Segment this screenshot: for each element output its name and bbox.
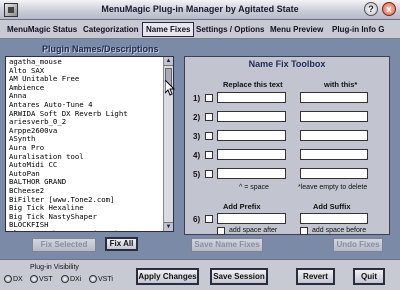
row-2-label: 2) bbox=[193, 113, 201, 122]
prefix-input[interactable] bbox=[217, 213, 286, 224]
visibility-dxi-label: DXi bbox=[70, 275, 82, 283]
row-4-label: 4) bbox=[193, 151, 201, 160]
row-5-checkbox[interactable] bbox=[205, 170, 213, 178]
row-6-checkbox[interactable] bbox=[205, 215, 213, 223]
tab-menu-preview[interactable]: Menu Preview bbox=[270, 23, 323, 37]
tab-name-fixes[interactable]: Name Fixes bbox=[142, 22, 195, 37]
fix-selected-button[interactable]: Fix Selected bbox=[32, 238, 96, 252]
save-name-fixes-button[interactable]: Save Name Fixes bbox=[191, 238, 263, 252]
tab-plugin-info[interactable]: Plug-in Info G bbox=[332, 23, 384, 37]
plugin-list-item[interactable]: Blue Cat Chorus VST(Mono) bbox=[9, 229, 170, 231]
row-2-with-input[interactable] bbox=[300, 111, 368, 122]
with-header: with this* bbox=[324, 80, 358, 89]
row-3-label: 3) bbox=[193, 132, 201, 141]
row-1-checkbox[interactable] bbox=[205, 94, 213, 102]
row-1-with-input[interactable] bbox=[300, 92, 368, 103]
plugin-visibility-label: Plug-in Visibility bbox=[30, 264, 79, 271]
close-icon[interactable]: x bbox=[382, 2, 396, 16]
empty-note: *leave empty to delete bbox=[298, 184, 368, 191]
plugin-items: agatha_mouse Alto SAX AM Unitable Free Ambi… bbox=[6, 57, 173, 231]
row-4-with-input[interactable] bbox=[300, 149, 368, 160]
row-1-label: 1) bbox=[193, 94, 201, 103]
undo-fixes-button[interactable]: Undo Fixes bbox=[333, 238, 383, 252]
scroll-down-icon[interactable]: ▼ bbox=[164, 222, 173, 231]
toolbox-title: Name Fix Toolbox bbox=[248, 59, 326, 69]
row-2-checkbox[interactable] bbox=[205, 113, 213, 121]
replace-header: Replace this text bbox=[223, 80, 283, 89]
apply-changes-button[interactable]: Apply Changes bbox=[136, 268, 199, 285]
row-3-with-input[interactable] bbox=[300, 130, 368, 141]
revert-button[interactable]: Revert bbox=[296, 268, 335, 285]
row-6-label: 6) bbox=[193, 215, 201, 224]
visibility-dxi-radio[interactable]: DXi bbox=[61, 275, 81, 283]
row-5-with-input[interactable] bbox=[300, 168, 368, 179]
visibility-vst-label: VST bbox=[39, 275, 53, 283]
tab-menumagic-status[interactable]: MenuMagic Status bbox=[7, 23, 77, 37]
row-1-replace-input[interactable] bbox=[217, 92, 286, 103]
add-suffix-label: Add Suffix bbox=[313, 202, 351, 211]
row-3-replace-input[interactable] bbox=[217, 130, 286, 141]
tab-bar: MenuMagic Status Categorization Name Fix… bbox=[0, 20, 400, 39]
bottom-bar: Plug-in Visibility DX VST DXi VSTi Apply… bbox=[0, 259, 400, 290]
visibility-vsti-radio[interactable]: VSTi bbox=[89, 275, 113, 283]
fix-all-button[interactable]: Fix All bbox=[105, 237, 138, 251]
radio-icon bbox=[30, 275, 38, 283]
space-before-label: add space before bbox=[312, 227, 367, 234]
row-2-replace-input[interactable] bbox=[217, 111, 286, 122]
visibility-dx-radio[interactable]: DX bbox=[4, 275, 23, 283]
space-before-checkbox[interactable] bbox=[300, 227, 308, 235]
radio-icon bbox=[89, 275, 97, 283]
space-after-checkbox[interactable] bbox=[217, 227, 225, 235]
plugin-list-item[interactable]: Ambience bbox=[9, 83, 170, 93]
window-title: MenuMagic Plug-in Manager by Agitated St… bbox=[101, 4, 299, 14]
add-prefix-label: Add Prefix bbox=[223, 202, 261, 211]
row-3-checkbox[interactable] bbox=[205, 132, 213, 140]
radio-icon bbox=[61, 275, 69, 283]
plugin-list[interactable]: agatha_mouse Alto SAX AM Unitable Free Ambi… bbox=[5, 56, 174, 232]
visibility-vsti-label: VSTi bbox=[98, 275, 113, 283]
space-after-label: add space after bbox=[229, 227, 278, 234]
tab-settings-options[interactable]: Settings / Options bbox=[196, 23, 264, 37]
save-session-button[interactable]: Save Session bbox=[210, 268, 268, 285]
help-icon[interactable]: ? bbox=[364, 2, 378, 16]
row-5-label: 5) bbox=[193, 170, 201, 179]
row-5-replace-input[interactable] bbox=[217, 168, 286, 179]
tab-categorization[interactable]: Categorization bbox=[83, 23, 139, 37]
suffix-input[interactable] bbox=[300, 213, 368, 224]
space-note: ^ = space bbox=[239, 184, 269, 191]
row-4-checkbox[interactable] bbox=[205, 151, 213, 159]
plugin-list-title: Plugin Names/Descriptions bbox=[42, 44, 159, 54]
title-bar: MenuMagic Plug-in Manager by Agitated St… bbox=[0, 0, 400, 20]
visibility-dx-label: DX bbox=[13, 275, 23, 283]
visibility-vst-radio[interactable]: VST bbox=[30, 275, 53, 283]
quit-button[interactable]: Quit bbox=[353, 268, 385, 285]
name-fix-toolbox: Name Fix Toolbox Replace this text with … bbox=[184, 56, 390, 235]
scroll-up-icon[interactable]: ▲ bbox=[164, 57, 173, 66]
radio-icon bbox=[4, 275, 12, 283]
row-4-replace-input[interactable] bbox=[217, 149, 286, 160]
mouse-cursor-icon bbox=[165, 80, 176, 96]
